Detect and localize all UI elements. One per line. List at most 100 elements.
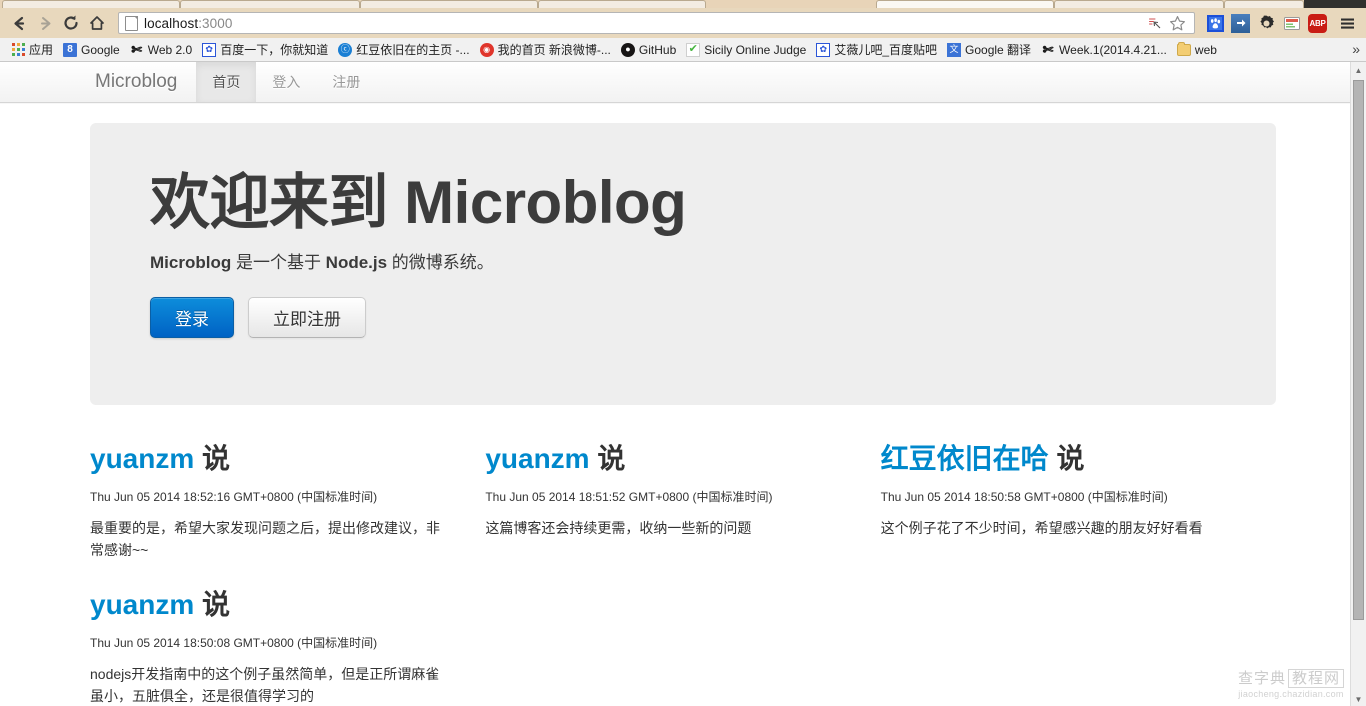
bookmark-item-web20[interactable]: ✄ Web 2.0 <box>125 40 197 60</box>
post-content: 这个例子花了不少时间，希望感兴趣的朋友好好看看 <box>880 520 1203 536</box>
browser-tab[interactable] <box>2 0 180 8</box>
post-content: nodejs开发指南中的这个例子虽然简单，但是正所谓麻雀虽小，五脏俱全，还是很值… <box>90 666 440 705</box>
browser-tab-active[interactable] <box>876 0 1054 8</box>
post-content: 最重要的是，希望大家发现问题之后，提出修改建议，非常感谢~~ <box>90 520 440 558</box>
forward-icon[interactable] <box>32 10 58 36</box>
nav-link-register[interactable]: 注册 <box>316 62 376 102</box>
bookmark-item-csdn[interactable]: ⓒ 红豆依旧在的主页 -... <box>333 40 474 60</box>
baidu-tieba-favicon: ✿ <box>816 42 831 57</box>
post-timestamp: Thu Jun 05 2014 18:50:08 GMT+0800 (中国标准时… <box>90 636 378 651</box>
bookmark-label: 应用 <box>29 43 54 57</box>
adblock-plus-icon[interactable]: ABP <box>1308 13 1327 33</box>
scroll-up-icon[interactable]: ▲ <box>1351 62 1366 78</box>
bookmark-label: 百度一下，你就知道 <box>220 43 329 57</box>
hero-lead-mid: 是一个基于 <box>231 253 326 272</box>
folder-favicon <box>1176 41 1191 57</box>
nav-link-login[interactable]: 登入 <box>256 62 316 102</box>
page-scrollbar[interactable]: ▲ ▼ <box>1350 62 1366 706</box>
browser-window: localhost:3000 ABP 应用 8 Google ✄ Web 2.0… <box>0 0 1366 706</box>
post-heading: yuanzm 说 <box>90 441 445 476</box>
post-author-link[interactable]: 红豆依旧在哈 <box>881 443 1049 474</box>
google-translate-favicon: 文 <box>947 42 962 57</box>
scrollbar-thumb[interactable] <box>1353 80 1364 620</box>
chrome-menu-icon[interactable] <box>1334 10 1360 36</box>
bookmark-label: Web 2.0 <box>147 42 193 57</box>
blue-arrow-extension-icon[interactable] <box>1231 13 1250 33</box>
page-viewport: Microblog 首页 登入 注册 欢迎来到 Microblog Microb… <box>0 62 1366 706</box>
post-verb: 说 <box>597 443 626 474</box>
site-navbar: Microblog 首页 登入 注册 <box>0 62 1366 103</box>
bookmark-folder-web[interactable]: web <box>1172 40 1222 60</box>
github-favicon: ● <box>620 42 635 57</box>
post-verb: 说 <box>202 589 231 621</box>
bookmark-label: Week.1(2014.4.21... <box>1059 42 1167 57</box>
hero-lead: Microblog 是一个基于 Node.js 的微博系统。 <box>150 251 1216 275</box>
home-icon[interactable] <box>84 10 110 36</box>
post-heading: yuanzm 说 <box>90 587 445 622</box>
hero-lead-tech: Node.js <box>325 253 388 272</box>
post-item: 红豆依旧在哈 说 Thu Jun 05 2014 18:50:58 GMT+08… <box>881 441 1276 561</box>
extension-buttons: ABP <box>1201 10 1360 36</box>
bookmark-item-google[interactable]: 8 Google <box>58 40 125 60</box>
bookmark-label: 红豆依旧在的主页 -... <box>356 43 470 57</box>
post-content: 这篇博客还会持续更需，收纳一些新的问题 <box>485 520 752 536</box>
browser-tab[interactable] <box>360 0 538 8</box>
zoom-indicator-icon[interactable] <box>1147 15 1163 31</box>
bookmarks-overflow-icon[interactable]: » <box>1352 41 1360 57</box>
post-heading: 红豆依旧在哈 说 <box>881 441 1236 476</box>
site-brand[interactable]: Microblog <box>76 62 196 102</box>
bookmark-item-baidu[interactable]: ✿ 百度一下，你就知道 <box>197 40 333 60</box>
register-button[interactable]: 立即注册 <box>248 296 366 338</box>
post-timestamp: Thu Jun 05 2014 18:52:16 GMT+0800 (中国标准时… <box>90 490 378 504</box>
page-icon <box>125 15 138 31</box>
post-verb: 说 <box>202 443 231 474</box>
bookmark-item-week1[interactable]: ✄ Week.1(2014.4.21... <box>1036 40 1172 60</box>
bookmark-item-sicily[interactable]: ✔ Sicily Online Judge <box>681 40 811 60</box>
bookmark-item-github[interactable]: ● GitHub <box>616 40 681 60</box>
nav-links: 首页 登入 注册 <box>196 62 376 102</box>
browser-tab[interactable] <box>180 0 360 8</box>
back-icon[interactable] <box>6 10 32 36</box>
browser-tab-strip <box>0 0 1366 8</box>
post-timestamp: Thu Jun 05 2014 18:50:58 GMT+0800 (中国标准时… <box>880 490 1168 504</box>
note-extension-icon[interactable] <box>1283 15 1301 32</box>
scroll-down-icon[interactable]: ▼ <box>1351 691 1366 706</box>
browser-toolbar: localhost:3000 ABP <box>0 8 1366 38</box>
post-verb: 说 <box>1056 443 1085 474</box>
bookmark-item-google-translate[interactable]: 文 Google 翻译 <box>942 40 1036 60</box>
csdn-favicon: ⓒ <box>338 42 353 57</box>
post-author-link[interactable]: yuanzm <box>485 443 589 474</box>
post-author-link[interactable]: yuanzm <box>90 589 194 620</box>
url-text: localhost:3000 <box>144 15 233 31</box>
browser-tab[interactable] <box>1054 0 1224 8</box>
address-bar[interactable]: localhost:3000 <box>118 12 1195 34</box>
post-heading: yuanzm 说 <box>485 441 840 476</box>
post-item: yuanzm 说 Thu Jun 05 2014 18:51:52 GMT+08… <box>485 441 880 561</box>
gear-extension-icon[interactable] <box>1257 14 1276 33</box>
bookmark-item-weibo[interactable]: ◉ 我的首页 新浪微博-... <box>475 40 616 60</box>
bookmark-star-icon[interactable] <box>1169 15 1186 32</box>
post-author-link[interactable]: yuanzm <box>90 443 194 474</box>
weibo-favicon: ◉ <box>479 42 494 57</box>
post-timestamp: Thu Jun 05 2014 18:51:52 GMT+0800 (中国标准时… <box>485 490 773 504</box>
nav-link-home[interactable]: 首页 <box>196 62 257 102</box>
apps-grid-icon <box>11 43 25 57</box>
scissors-favicon: ✄ <box>1042 42 1054 57</box>
bookmark-apps[interactable]: 应用 <box>6 40 58 60</box>
browser-tab[interactable] <box>1224 0 1304 8</box>
bookmark-label: 艾薇儿吧_百度贴吧 <box>834 43 938 57</box>
bookmark-label: Google <box>81 42 120 57</box>
reload-icon[interactable] <box>58 10 84 36</box>
hero-lead-brand: Microblog <box>150 253 232 272</box>
baidu-extension-icon[interactable] <box>1207 14 1224 32</box>
bookmark-label: Sicily Online Judge <box>704 42 807 57</box>
hero-lead-tail: 的微博系统。 <box>387 253 494 272</box>
browser-tab[interactable] <box>538 0 706 8</box>
google-favicon: 8 <box>63 42 78 57</box>
bookmark-label: web <box>1194 42 1217 57</box>
window-controls-area <box>1304 0 1366 8</box>
bookmark-item-tieba[interactable]: ✿ 艾薇儿吧_百度贴吧 <box>811 40 942 60</box>
login-button[interactable]: 登录 <box>150 296 234 338</box>
bookmark-label: GitHub <box>638 42 677 57</box>
post-list: yuanzm 说 Thu Jun 05 2014 18:52:16 GMT+08… <box>90 441 1276 706</box>
